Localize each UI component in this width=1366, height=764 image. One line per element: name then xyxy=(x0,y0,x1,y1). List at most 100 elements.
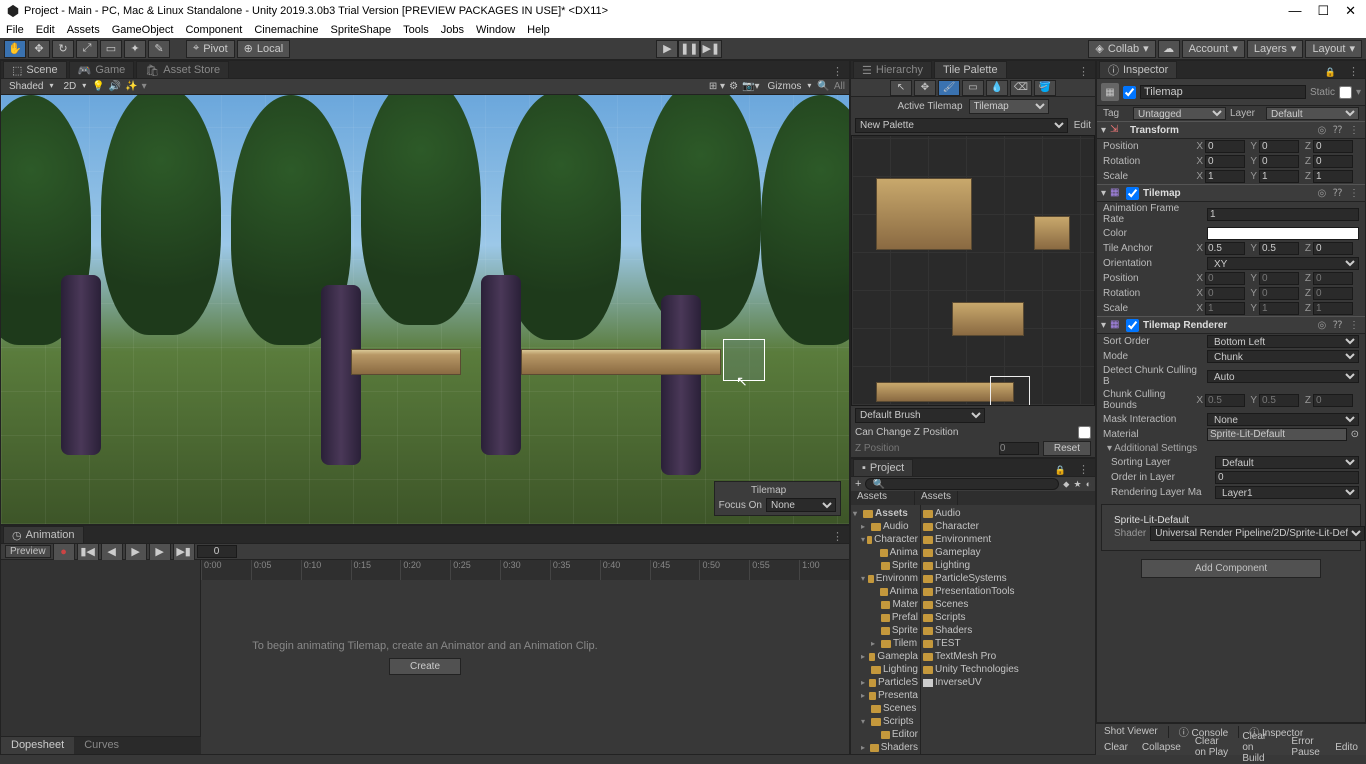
project-tree[interactable]: ▾Assets ▸Audio ▾Character Anima Sprite ▾… xyxy=(851,505,921,754)
add-component-button[interactable]: Add Component xyxy=(1141,559,1321,578)
menu-edit[interactable]: Edit xyxy=(36,24,55,36)
tab-scene[interactable]: ⬚ Scene xyxy=(3,61,67,78)
tab-asset-store[interactable]: 🛍 Asset Store xyxy=(136,61,229,78)
audio-toggle-icon[interactable]: 🔊 xyxy=(109,81,121,92)
z-position-input[interactable] xyxy=(999,442,1039,455)
anchor-y[interactable] xyxy=(1259,242,1299,255)
panel-menu-icon[interactable]: ⋮ xyxy=(826,65,849,78)
tilemap-component-header[interactable]: ▾▦ Tilemap ◎ ⁇ ⋮ xyxy=(1097,184,1365,202)
render-mask-dropdown[interactable]: Layer1 xyxy=(1215,486,1359,499)
gizmos-dropdown[interactable]: Gizmos xyxy=(764,81,814,92)
panel-menu-icon[interactable]: ⋮ xyxy=(1072,463,1095,476)
hidden-icon[interactable]: ◐ xyxy=(1086,479,1091,489)
scl-z[interactable] xyxy=(1313,170,1353,183)
prev-frame-button[interactable]: ◀ xyxy=(101,543,123,561)
move-tool-button[interactable]: ✥ xyxy=(28,40,50,58)
layers-dropdown[interactable]: Layers ▾ xyxy=(1247,40,1304,58)
create-animation-button[interactable]: Create xyxy=(389,658,461,675)
next-frame-button[interactable]: ▶ xyxy=(149,543,171,561)
2d-toggle[interactable]: 2D xyxy=(59,81,88,92)
step-button[interactable]: ▶❚ xyxy=(700,40,722,58)
transform-component-header[interactable]: ▾⇲ Transform ◎ ⁇ ⋮ xyxy=(1097,121,1365,139)
color-field[interactable] xyxy=(1207,227,1359,240)
first-frame-button[interactable]: ▮◀ xyxy=(77,543,99,561)
order-input[interactable] xyxy=(1215,471,1359,484)
project-list[interactable]: Audio Character Environment Gameplay Lig… xyxy=(921,505,1095,754)
material-field[interactable] xyxy=(1207,428,1347,441)
move-tool-icon[interactable]: ✥ xyxy=(914,80,936,96)
search-all[interactable]: All xyxy=(834,81,845,92)
clear-on-build-button[interactable]: Clear on Build xyxy=(1238,731,1281,764)
picker-tool-icon[interactable]: 💧 xyxy=(986,80,1008,96)
component-menu-icon[interactable]: ◎ ⁇ ⋮ xyxy=(1317,188,1361,199)
anchor-z[interactable] xyxy=(1313,242,1353,255)
play-anim-button[interactable]: ▶ xyxy=(125,543,147,561)
scale-tool-button[interactable]: ⤢ xyxy=(76,40,98,58)
fx-toggle-icon[interactable]: ✨ xyxy=(125,81,137,92)
pos-z[interactable] xyxy=(1313,140,1353,153)
clear-button[interactable]: Clear xyxy=(1100,742,1132,753)
transform-tool-button[interactable]: ✦ xyxy=(124,40,146,58)
frame-input[interactable] xyxy=(197,545,237,558)
grid-icon[interactable]: ⊞ ▾ xyxy=(709,81,725,92)
scl-x[interactable] xyxy=(1205,170,1245,183)
gear-icon[interactable]: ⚙ xyxy=(729,81,738,92)
play-button[interactable]: ▶ xyxy=(656,40,678,58)
panel-menu-icon[interactable]: ⋮ xyxy=(1072,65,1095,78)
gameobject-enabled-checkbox[interactable] xyxy=(1123,86,1136,99)
shot-viewer-tab[interactable]: Shot Viewer xyxy=(1100,726,1162,737)
cloud-button[interactable]: ☁ xyxy=(1158,40,1180,58)
window-minimize-icon[interactable]: — xyxy=(1288,3,1301,19)
reset-z-button[interactable]: Reset xyxy=(1043,441,1091,456)
sorting-layer-dropdown[interactable]: Default xyxy=(1215,456,1359,469)
object-picker-icon[interactable]: ⊙ xyxy=(1351,429,1359,440)
lock-icon[interactable]: 🔒 xyxy=(1049,465,1072,476)
anim-rate-input[interactable] xyxy=(1207,208,1359,221)
scl-y[interactable] xyxy=(1259,170,1299,183)
pos-x[interactable] xyxy=(1205,140,1245,153)
menu-gameobject[interactable]: GameObject xyxy=(112,24,174,36)
active-tilemap-dropdown[interactable]: Tilemap xyxy=(969,99,1049,114)
collapse-button[interactable]: Collapse xyxy=(1138,742,1185,753)
rotate-tool-button[interactable]: ↻ xyxy=(52,40,74,58)
orientation-dropdown[interactable]: XY xyxy=(1207,257,1359,270)
shading-mode-dropdown[interactable]: Shaded xyxy=(5,81,55,92)
tile-palette-view[interactable] xyxy=(851,135,1095,406)
menu-component[interactable]: Component xyxy=(185,24,242,36)
additional-settings-foldout[interactable]: ▾ Additional Settings xyxy=(1097,442,1365,455)
box-tool-icon[interactable]: ▭ xyxy=(962,80,984,96)
tab-project[interactable]: ▪ Project xyxy=(853,459,913,476)
gameobject-name-input[interactable] xyxy=(1140,85,1306,99)
pivot-toggle[interactable]: ⌖Pivot xyxy=(186,40,235,58)
lock-icon[interactable]: 🔒 xyxy=(1319,67,1342,78)
menu-tools[interactable]: Tools xyxy=(403,24,429,36)
menu-spriteshape[interactable]: SpriteShape xyxy=(331,24,392,36)
project-search-input[interactable] xyxy=(865,478,1059,490)
shader-dropdown[interactable]: Universal Render Pipeline/2D/Sprite-Lit-… xyxy=(1150,526,1365,541)
menu-window[interactable]: Window xyxy=(476,24,515,36)
last-frame-button[interactable]: ▶▮ xyxy=(173,543,195,561)
layer-dropdown[interactable]: Default xyxy=(1266,107,1359,120)
hand-tool-button[interactable]: ✋ xyxy=(4,40,26,58)
panel-menu-icon[interactable]: ⋮ xyxy=(826,530,849,543)
animation-timeline[interactable]: 0:000:050:100:150:200:250:300:350:400:45… xyxy=(201,560,849,580)
panel-menu-icon[interactable]: ⋮ xyxy=(1342,65,1365,78)
layout-dropdown[interactable]: Layout ▾ xyxy=(1305,40,1362,58)
mode-dropdown[interactable]: Chunk xyxy=(1207,350,1359,363)
brush-dropdown[interactable]: Default Brush xyxy=(855,408,985,423)
rect-tool-button[interactable]: ▭ xyxy=(100,40,122,58)
rot-x[interactable] xyxy=(1205,155,1245,168)
menu-cinemachine[interactable]: Cinemachine xyxy=(254,24,318,36)
window-maximize-icon[interactable]: ☐ xyxy=(1317,3,1329,19)
filter-icon[interactable]: ⬥ xyxy=(1063,479,1069,490)
fill-tool-icon[interactable]: 🪣 xyxy=(1034,80,1056,96)
editor-button[interactable]: Edito xyxy=(1331,742,1362,753)
menu-file[interactable]: File xyxy=(6,24,24,36)
rot-y[interactable] xyxy=(1259,155,1299,168)
dopesheet-tab[interactable]: Dopesheet xyxy=(1,737,74,754)
component-menu-icon[interactable]: ◎ ⁇ ⋮ xyxy=(1317,320,1361,331)
menu-assets[interactable]: Assets xyxy=(67,24,100,36)
custom-tool-button[interactable]: ✎ xyxy=(148,40,170,58)
sort-order-dropdown[interactable]: Bottom Left xyxy=(1207,335,1359,348)
pos-y[interactable] xyxy=(1259,140,1299,153)
